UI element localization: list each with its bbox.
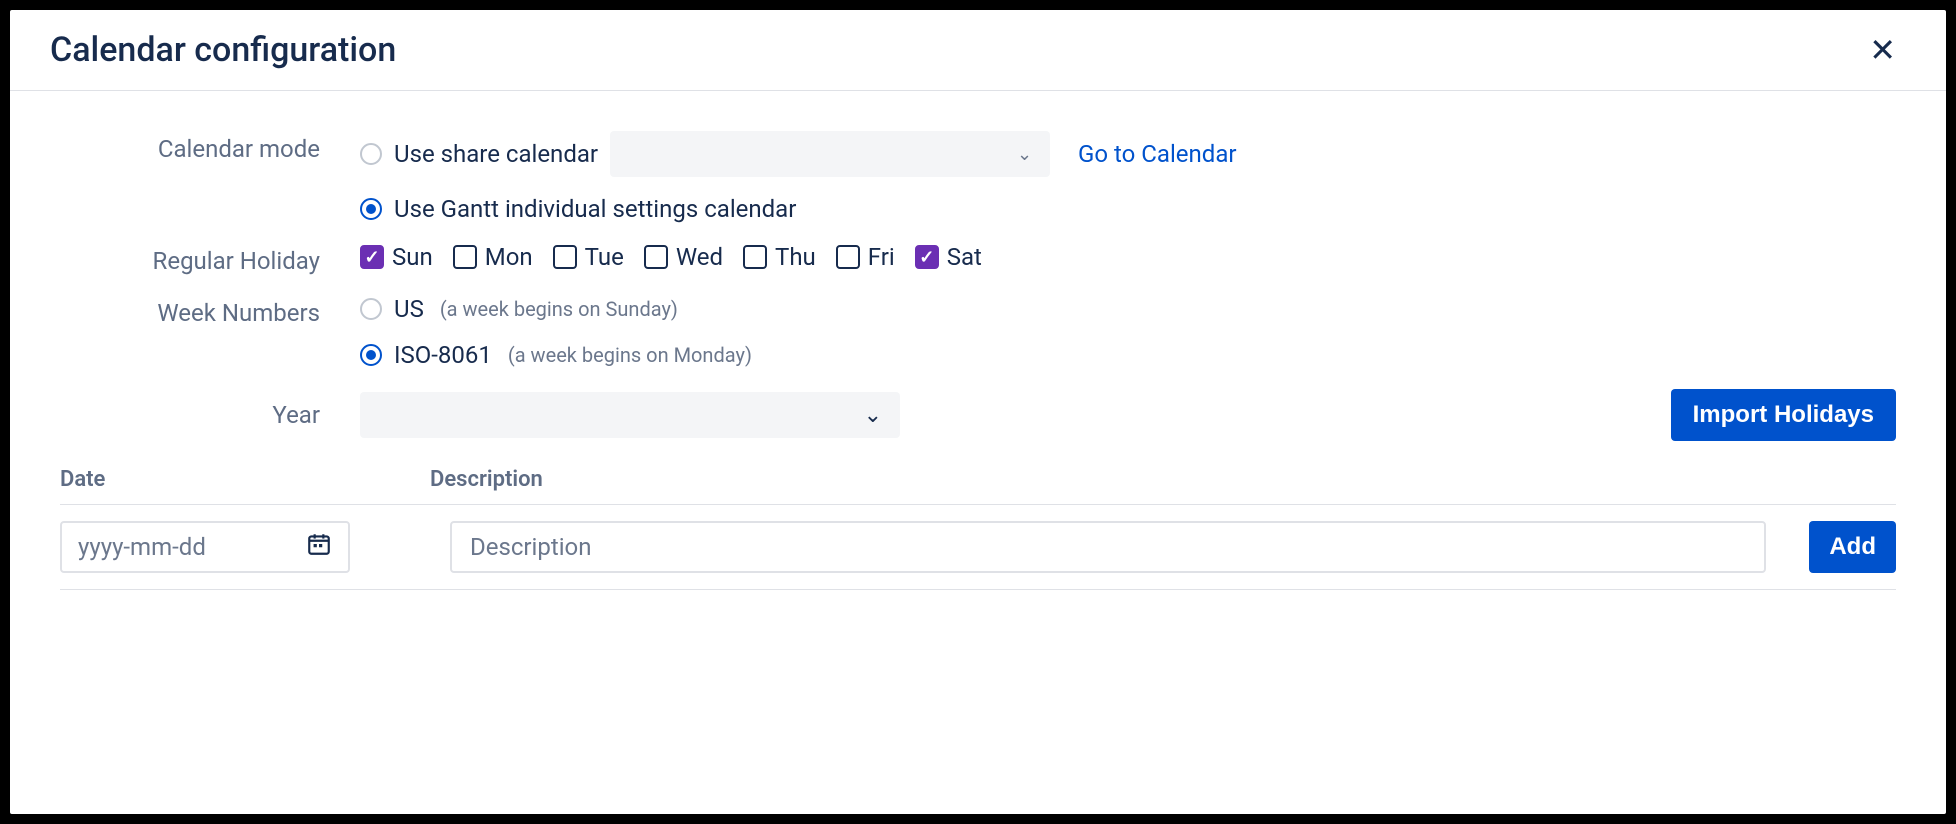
chevron-down-icon: ⌄ xyxy=(864,403,882,428)
checkbox-sat[interactable]: ✓ xyxy=(915,245,939,269)
radio-week-iso-label: ISO-8061 xyxy=(394,341,492,369)
radio-gantt-calendar[interactable] xyxy=(360,198,382,220)
checkbox-sun[interactable]: ✓ xyxy=(360,245,384,269)
checkbox-thu[interactable] xyxy=(743,245,767,269)
chevron-down-icon: ⌄ xyxy=(1017,144,1032,165)
description-input[interactable]: Description xyxy=(450,521,1766,573)
radio-week-us-hint: (a week begins on Sunday) xyxy=(440,297,678,321)
panel-header: Calendar configuration ✕ xyxy=(10,10,1946,91)
regular-holiday-label: Regular Holiday xyxy=(60,243,360,275)
radio-week-us-label: US xyxy=(394,295,424,323)
checkbox-tue-label: Tue xyxy=(585,243,624,271)
radio-week-iso-hint: (a week begins on Monday) xyxy=(508,343,752,367)
checkbox-tue[interactable] xyxy=(553,245,577,269)
import-holidays-button[interactable]: Import Holidays xyxy=(1671,389,1896,441)
description-column-header: Description xyxy=(430,467,1896,492)
weekday-checkbox-group: ✓ Sun Mon Tue Wed Thu Fri ✓ Sat xyxy=(360,243,1896,271)
date-input-placeholder: yyyy-mm-dd xyxy=(78,533,206,561)
checkbox-sun-label: Sun xyxy=(392,243,433,271)
description-input-placeholder: Description xyxy=(470,533,592,561)
share-calendar-select[interactable]: ⌄ xyxy=(610,131,1050,177)
calendar-icon[interactable] xyxy=(306,531,332,563)
close-icon[interactable]: ✕ xyxy=(1859,30,1906,70)
radio-share-label: Use share calendar xyxy=(394,140,598,168)
panel-title: Calendar configuration xyxy=(50,30,396,70)
year-select[interactable]: ⌄ xyxy=(360,392,900,438)
checkbox-wed[interactable] xyxy=(644,245,668,269)
date-column-header: Date xyxy=(60,467,430,492)
calendar-config-panel: Calendar configuration ✕ Calendar mode U… xyxy=(10,10,1946,814)
date-input[interactable]: yyyy-mm-dd xyxy=(60,521,350,573)
radio-gantt-label: Use Gantt individual settings calendar xyxy=(394,195,796,223)
go-to-calendar-link[interactable]: Go to Calendar xyxy=(1078,140,1236,168)
radio-week-us[interactable] xyxy=(360,298,382,320)
radio-share-calendar[interactable] xyxy=(360,143,382,165)
add-button[interactable]: Add xyxy=(1809,521,1896,573)
year-label: Year xyxy=(60,401,360,429)
holiday-add-row: yyyy-mm-dd Description xyxy=(60,504,1896,590)
checkbox-thu-label: Thu xyxy=(775,243,816,271)
calendar-mode-label: Calendar mode xyxy=(60,131,360,163)
checkbox-mon-label: Mon xyxy=(485,243,533,271)
radio-week-iso[interactable] xyxy=(360,344,382,366)
week-numbers-label: Week Numbers xyxy=(60,295,360,327)
checkbox-sat-label: Sat xyxy=(947,243,982,271)
checkbox-fri[interactable] xyxy=(836,245,860,269)
checkbox-wed-label: Wed xyxy=(676,243,723,271)
checkbox-fri-label: Fri xyxy=(868,243,895,271)
checkbox-mon[interactable] xyxy=(453,245,477,269)
